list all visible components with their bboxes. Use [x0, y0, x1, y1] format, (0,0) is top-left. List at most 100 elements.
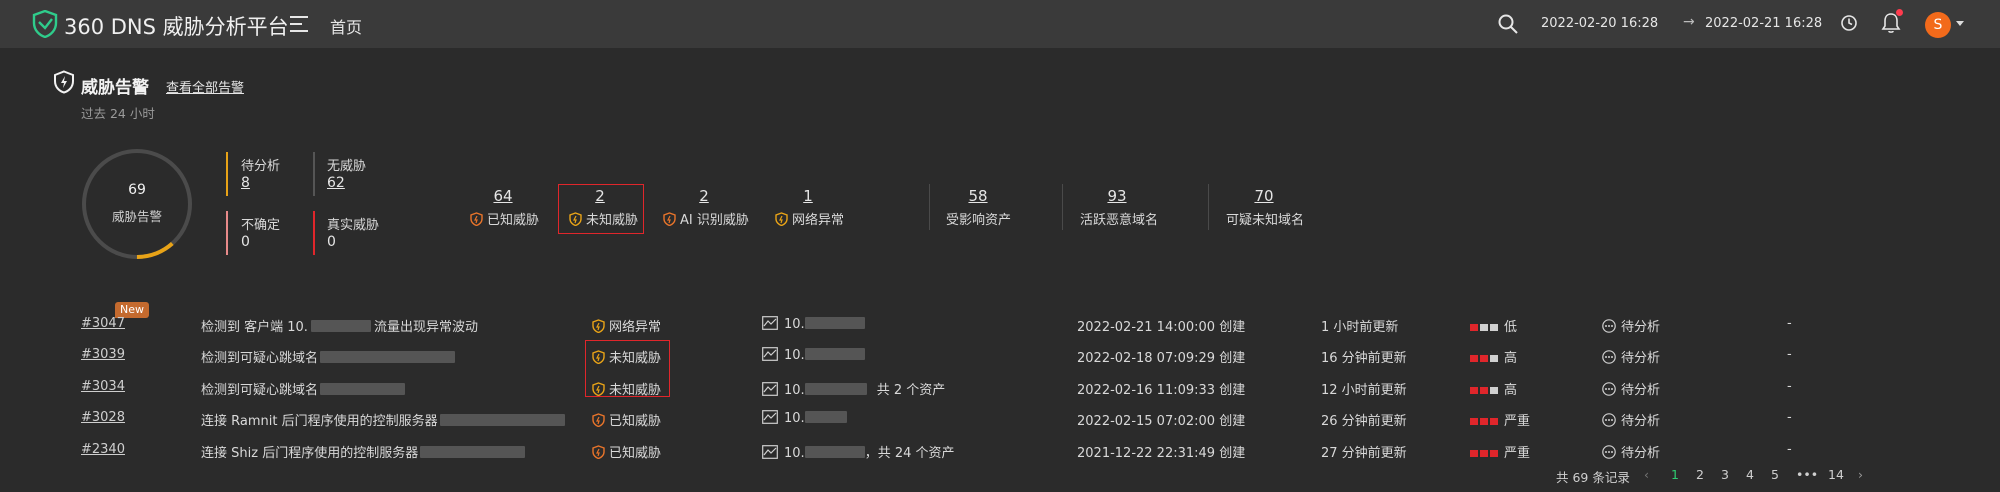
severity-bar [1490, 450, 1498, 457]
asset-ip: 10. [784, 317, 805, 332]
pagination-prev-icon[interactable]: ‹ [1644, 467, 1649, 482]
severity-bar [1490, 355, 1498, 362]
pagination-page-3[interactable]: 3 [1721, 467, 1729, 482]
metric-affected-assets: 受影响资产 [946, 213, 1012, 228]
metric-affected-assets-value[interactable]: 58 [962, 187, 994, 205]
search-icon[interactable] [1497, 13, 1519, 35]
asset-chart-icon [762, 316, 778, 330]
severity-bar [1480, 450, 1488, 457]
severity-bar [1490, 418, 1498, 425]
threat-shield-icon [592, 382, 605, 396]
date-end[interactable]: 2022-02-21 16:28 [1705, 16, 1822, 31]
pending-bar [226, 152, 228, 196]
nav-home-link[interactable]: 首页 [330, 14, 362, 38]
pagination-page-last[interactable]: 14 [1828, 467, 1844, 482]
alert-type: 网络异常 [592, 316, 661, 335]
severity-bar [1480, 324, 1488, 331]
more-dots-icon [1602, 350, 1616, 364]
uncertain-bar [226, 211, 228, 255]
status-label: 待分析 [1621, 383, 1661, 398]
pagination-page-4[interactable]: 4 [1746, 467, 1754, 482]
alert-updated: 1 小时前更新 [1321, 320, 1399, 335]
alert-status[interactable]: 待分析 [1602, 410, 1660, 429]
severity-bar [1490, 324, 1498, 331]
uncertain-value: 0 [241, 234, 250, 250]
alert-title-text: 连接 Ramnit 后门程序使用的控制服务器 [201, 414, 438, 429]
alert-title: 检测到可疑心跳域名 [201, 347, 456, 366]
metric-label: 网络异常 [792, 213, 845, 228]
alert-id-link[interactable]: #3028 [81, 410, 125, 425]
divider [1208, 184, 1209, 230]
alert-updated: 27 分钟前更新 [1321, 446, 1407, 461]
alert-type-label: 已知威胁 [609, 414, 662, 429]
severity-bar [1470, 418, 1478, 425]
metric-active-malicious-domains: 活跃恶意域名 [1080, 213, 1159, 228]
alert-id-link[interactable]: #3047 [81, 316, 125, 331]
pagination-page-1[interactable]: 1 [1671, 467, 1679, 482]
alert-id-link[interactable]: #3039 [81, 347, 125, 362]
metric-ai-threat-value[interactable]: 2 [689, 187, 719, 205]
donut-pending-arc [82, 149, 192, 259]
alert-extra: - [1787, 347, 1792, 362]
redacted-block [439, 414, 565, 426]
avatar[interactable]: S [1925, 12, 1951, 38]
alert-status[interactable]: 待分析 [1602, 379, 1660, 398]
more-dots-icon [1602, 445, 1616, 459]
pending-value[interactable]: 8 [241, 175, 250, 191]
threat-shield-icon [569, 212, 582, 226]
menu-icon[interactable] [290, 15, 310, 33]
severity-bar [1480, 355, 1488, 362]
redacted-block [310, 320, 371, 332]
alert-status[interactable]: 待分析 [1602, 347, 1660, 366]
metric-network-anomaly-value[interactable]: 1 [793, 187, 823, 205]
alert-status[interactable]: 待分析 [1602, 442, 1660, 461]
threat-shield-icon [470, 212, 483, 226]
more-dots-icon [1602, 413, 1616, 427]
table-row[interactable]: #3039 检测到可疑心跳域名 未知威胁 10. 2022-02-18 07:0… [0, 341, 2000, 369]
metric-known-threat-value[interactable]: 64 [488, 187, 518, 205]
alert-extra: - [1787, 442, 1792, 457]
severity-label: 高 [1504, 383, 1518, 398]
alert-type: 未知威胁 [592, 379, 661, 398]
divider [1062, 184, 1063, 230]
alert-status[interactable]: 待分析 [1602, 316, 1660, 335]
severity: 高 [1470, 347, 1517, 366]
alert-title-text: 检测到可疑心跳域名 [201, 351, 319, 366]
severity: 高 [1470, 379, 1517, 398]
alert-total: 69 [128, 182, 146, 198]
metric-suspicious-domains-value[interactable]: 70 [1248, 187, 1280, 205]
metric-active-malicious-domains-value[interactable]: 93 [1101, 187, 1133, 205]
pagination-page-2[interactable]: 2 [1696, 467, 1704, 482]
alert-extra: - [1787, 379, 1792, 394]
chevron-down-icon[interactable] [1956, 21, 1964, 26]
alert-id-link[interactable]: #3034 [81, 379, 125, 394]
no-threat-value[interactable]: 62 [327, 175, 345, 191]
alert-total-label: 威胁告警 [111, 209, 162, 224]
asset-chart-icon [762, 410, 778, 424]
view-all-alerts-link[interactable]: 查看全部告警 [166, 77, 244, 96]
metric-label: 已知威胁 [487, 213, 540, 228]
clock-icon[interactable] [1840, 14, 1858, 32]
table-row[interactable]: #3028 连接 Ramnit 后门程序使用的控制服务器 已知威胁 10. 20… [0, 404, 2000, 432]
threat-shield-icon [592, 413, 605, 427]
severity-label: 严重 [1504, 414, 1531, 429]
date-start[interactable]: 2022-02-20 16:28 [1541, 16, 1658, 31]
pagination-next-icon[interactable]: › [1858, 467, 1863, 482]
pagination-ellipsis[interactable]: ••• [1796, 467, 1818, 482]
threat-shield-icon [663, 212, 676, 226]
alert-id-link[interactable]: #2340 [81, 442, 125, 457]
alert-title-text: 检测到可疑心跳域名 [201, 383, 319, 398]
pagination-page-5[interactable]: 5 [1771, 467, 1779, 482]
severity: 严重 [1470, 442, 1530, 461]
alert-asset: 10. 共 2 个资产 [762, 379, 945, 398]
table-row[interactable]: #3047 检测到 客户端 10. 流量出现异常波动 网络异常 10. 2022-… [0, 310, 2000, 338]
metric-unknown-threat-value[interactable]: 2 [585, 187, 615, 205]
alert-asset: 10. [762, 316, 865, 332]
alert-created: 2022-02-15 07:02:00 创建 [1077, 414, 1246, 429]
table-row[interactable]: #2340 连接 Shiz 后门程序使用的控制服务器 已知威胁 10. ，共 24… [0, 436, 2000, 464]
redacted-block [804, 348, 865, 360]
alert-type-label: 未知威胁 [609, 383, 662, 398]
table-row[interactable]: #3034 检测到可疑心跳域名 未知威胁 10. 共 2 个资产 2022-02-… [0, 373, 2000, 401]
redacted-block [804, 383, 867, 395]
section-subtitle: 过去 24 小时 [81, 106, 155, 121]
